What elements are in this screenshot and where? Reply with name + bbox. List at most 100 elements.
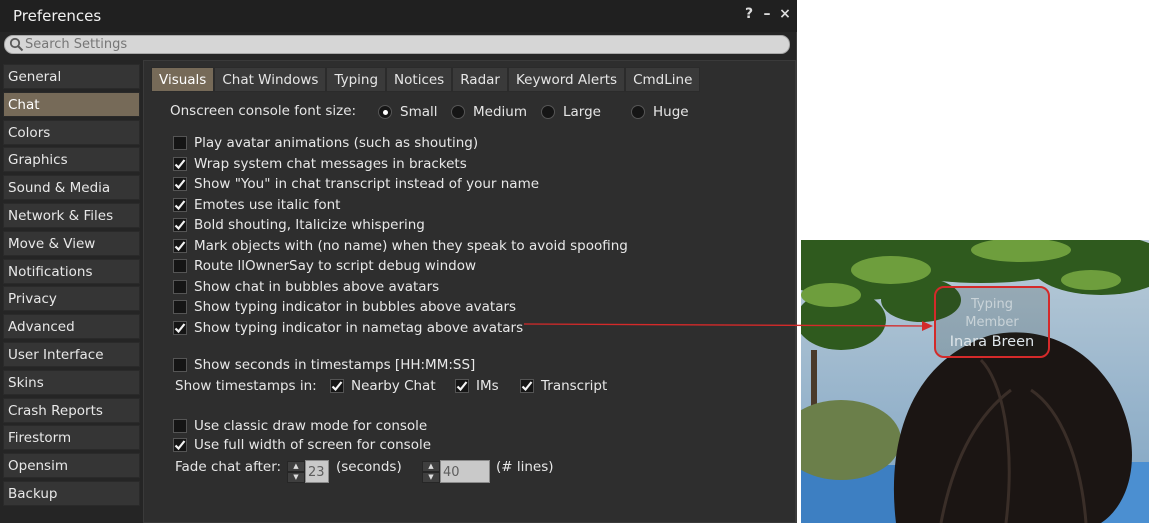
tab-cmdline[interactable]: CmdLine: [625, 67, 701, 92]
timestamp-nearby-chat-option[interactable]: Nearby Chat: [330, 378, 436, 394]
checkmark-icon: [174, 158, 186, 169]
full-width-checkbox[interactable]: [173, 438, 187, 452]
close-button[interactable]: ×: [779, 6, 791, 22]
font-size-medium-radio[interactable]: [451, 105, 465, 119]
tab-radar[interactable]: Radar: [452, 67, 508, 92]
sidebar-item-privacy[interactable]: Privacy: [3, 286, 140, 312]
timestamp-nearby-chat-checkbox[interactable]: [330, 379, 344, 393]
chat-option-4[interactable]: Bold shouting, Italicize whispering: [173, 217, 425, 233]
sidebar-item-sound-media[interactable]: Sound & Media: [3, 175, 140, 201]
sidebar-item-advanced[interactable]: Advanced: [3, 314, 140, 340]
chat-option-1[interactable]: Wrap system chat messages in brackets: [173, 156, 467, 172]
fade-seconds-input[interactable]: [305, 460, 329, 483]
chat-option-8[interactable]: Show typing indicator in bubbles above a…: [173, 299, 516, 315]
sidebar-item-skins[interactable]: Skins: [3, 369, 140, 395]
checkmark-icon: [174, 440, 186, 451]
sidebar-item-notifications[interactable]: Notifications: [3, 258, 140, 284]
chat-option-checkbox[interactable]: [173, 238, 187, 253]
checkmark-icon: [521, 381, 533, 392]
font-size-medium-option[interactable]: Medium: [451, 104, 527, 120]
seconds-timestamp-label: Show seconds in timestamps [HH:MM:SS]: [194, 357, 476, 373]
font-size-small-option[interactable]: Small: [378, 104, 438, 120]
chat-option-checkbox[interactable]: [173, 279, 187, 294]
timestamp-transcript-checkbox[interactable]: [520, 379, 534, 393]
font-size-large-option[interactable]: Large: [541, 104, 601, 120]
help-button[interactable]: ?: [743, 6, 755, 22]
checkmark-icon: [456, 381, 468, 392]
tab-keyword-alerts[interactable]: Keyword Alerts: [507, 67, 626, 92]
seconds-timestamp-checkbox[interactable]: [173, 358, 187, 372]
fade-lines-spinner: ▲ ▼: [422, 460, 490, 483]
sidebar-item-colors[interactable]: Colors: [3, 119, 140, 145]
chat-option-label: Show typing indicator in nametag above a…: [194, 319, 524, 336]
sidebar-item-chat[interactable]: Chat: [3, 91, 140, 117]
seconds-timestamp-option[interactable]: Show seconds in timestamps [HH:MM:SS]: [173, 357, 475, 373]
classic-draw-checkbox[interactable]: [173, 419, 187, 433]
chat-option-checkbox[interactable]: [173, 259, 187, 273]
classic-draw-option[interactable]: Use classic draw mode for console: [173, 418, 427, 434]
chat-option-2[interactable]: Show "You" in chat transcript instead of…: [173, 176, 539, 192]
chat-option-checkbox[interactable]: [173, 156, 187, 171]
sidebar-item-crash-reports[interactable]: Crash Reports: [3, 397, 140, 423]
chat-option-9[interactable]: Show typing indicator in nametag above a…: [173, 320, 523, 336]
fade-lines-input[interactable]: [440, 460, 490, 483]
sidebar-item-backup[interactable]: Backup: [3, 480, 140, 506]
chat-option-0[interactable]: Play avatar animations (such as shouting…: [173, 135, 478, 151]
preferences-window: Preferences ? – × General Chat Colors Gr…: [0, 0, 797, 523]
search-icon: [9, 37, 24, 52]
chat-option-label: Mark objects with (no name) when they sp…: [194, 237, 628, 254]
tab-typing[interactable]: Typing: [326, 67, 387, 92]
chat-option-3[interactable]: Emotes use italic font: [173, 197, 340, 213]
fade-seconds-decrement[interactable]: ▼: [287, 471, 305, 483]
chat-option-checkbox[interactable]: [173, 320, 187, 335]
chat-option-checkbox[interactable]: [173, 136, 187, 150]
chat-option-5[interactable]: Mark objects with (no name) when they sp…: [173, 238, 628, 254]
tab-notices[interactable]: Notices: [386, 67, 453, 92]
tab-visuals[interactable]: Visuals: [151, 67, 215, 92]
font-size-huge-label: Huge: [653, 104, 689, 120]
chat-option-checkbox[interactable]: [173, 177, 187, 191]
sidebar-item-network-files[interactable]: Network & Files: [3, 202, 140, 228]
sidebar-item-move-view[interactable]: Move & View: [3, 230, 140, 256]
checkmark-icon: [174, 220, 186, 231]
font-size-small-label: Small: [400, 104, 438, 120]
classic-draw-label: Use classic draw mode for console: [194, 418, 428, 434]
minimize-button[interactable]: –: [761, 6, 773, 22]
sidebar-item-graphics[interactable]: Graphics: [3, 147, 140, 173]
chat-settings-panel: Visuals Chat Windows Typing Notices Rada…: [143, 60, 796, 523]
fade-seconds-spinner: ▲ ▼: [287, 460, 329, 483]
chat-option-checkbox[interactable]: [173, 218, 187, 232]
fade-seconds-increment[interactable]: ▲: [287, 460, 305, 472]
font-size-large-radio[interactable]: [541, 105, 555, 119]
tab-chat-windows[interactable]: Chat Windows: [214, 67, 327, 92]
chat-option-checkbox[interactable]: [173, 300, 187, 314]
sidebar-item-general[interactable]: General: [3, 64, 140, 89]
chat-option-6[interactable]: Route llOwnerSay to script debug window: [173, 258, 476, 274]
font-size-small-radio[interactable]: [378, 105, 392, 119]
search-input[interactable]: [25, 36, 785, 53]
title-bar[interactable]: Preferences ? – ×: [0, 0, 797, 32]
fade-lines-increment[interactable]: ▲: [422, 460, 440, 472]
inworld-avatar-view: Typing Member Inara Breen: [801, 240, 1149, 523]
timestamp-ims-option[interactable]: IMs: [455, 378, 499, 394]
font-size-huge-radio[interactable]: [631, 105, 645, 119]
sidebar-item-user-interface[interactable]: User Interface: [3, 341, 140, 367]
chat-option-7[interactable]: Show chat in bubbles above avatars: [173, 279, 439, 295]
chat-option-label: Show "You" in chat transcript instead of…: [194, 176, 540, 192]
checkmark-icon: [174, 179, 186, 190]
chat-option-checkbox[interactable]: [173, 197, 187, 212]
sidebar-item-opensim[interactable]: Opensim: [3, 453, 140, 479]
chat-option-label: Route llOwnerSay to script debug window: [194, 258, 477, 274]
timestamp-ims-checkbox[interactable]: [455, 379, 469, 393]
window-title: Preferences: [13, 7, 102, 25]
font-size-medium-label: Medium: [473, 104, 527, 120]
timestamp-ims-label: IMs: [476, 378, 499, 394]
full-width-option[interactable]: Use full width of screen for console: [173, 437, 431, 453]
font-size-huge-option[interactable]: Huge: [631, 104, 689, 120]
tab-bar: Visuals Chat Windows Typing Notices Rada…: [151, 67, 701, 92]
full-width-label: Use full width of screen for console: [194, 437, 432, 453]
fade-lines-decrement[interactable]: ▼: [422, 471, 440, 483]
chat-option-label: Show typing indicator in bubbles above a…: [194, 299, 517, 315]
timestamp-transcript-option[interactable]: Transcript: [520, 378, 607, 394]
sidebar-item-firestorm[interactable]: Firestorm: [3, 425, 140, 451]
